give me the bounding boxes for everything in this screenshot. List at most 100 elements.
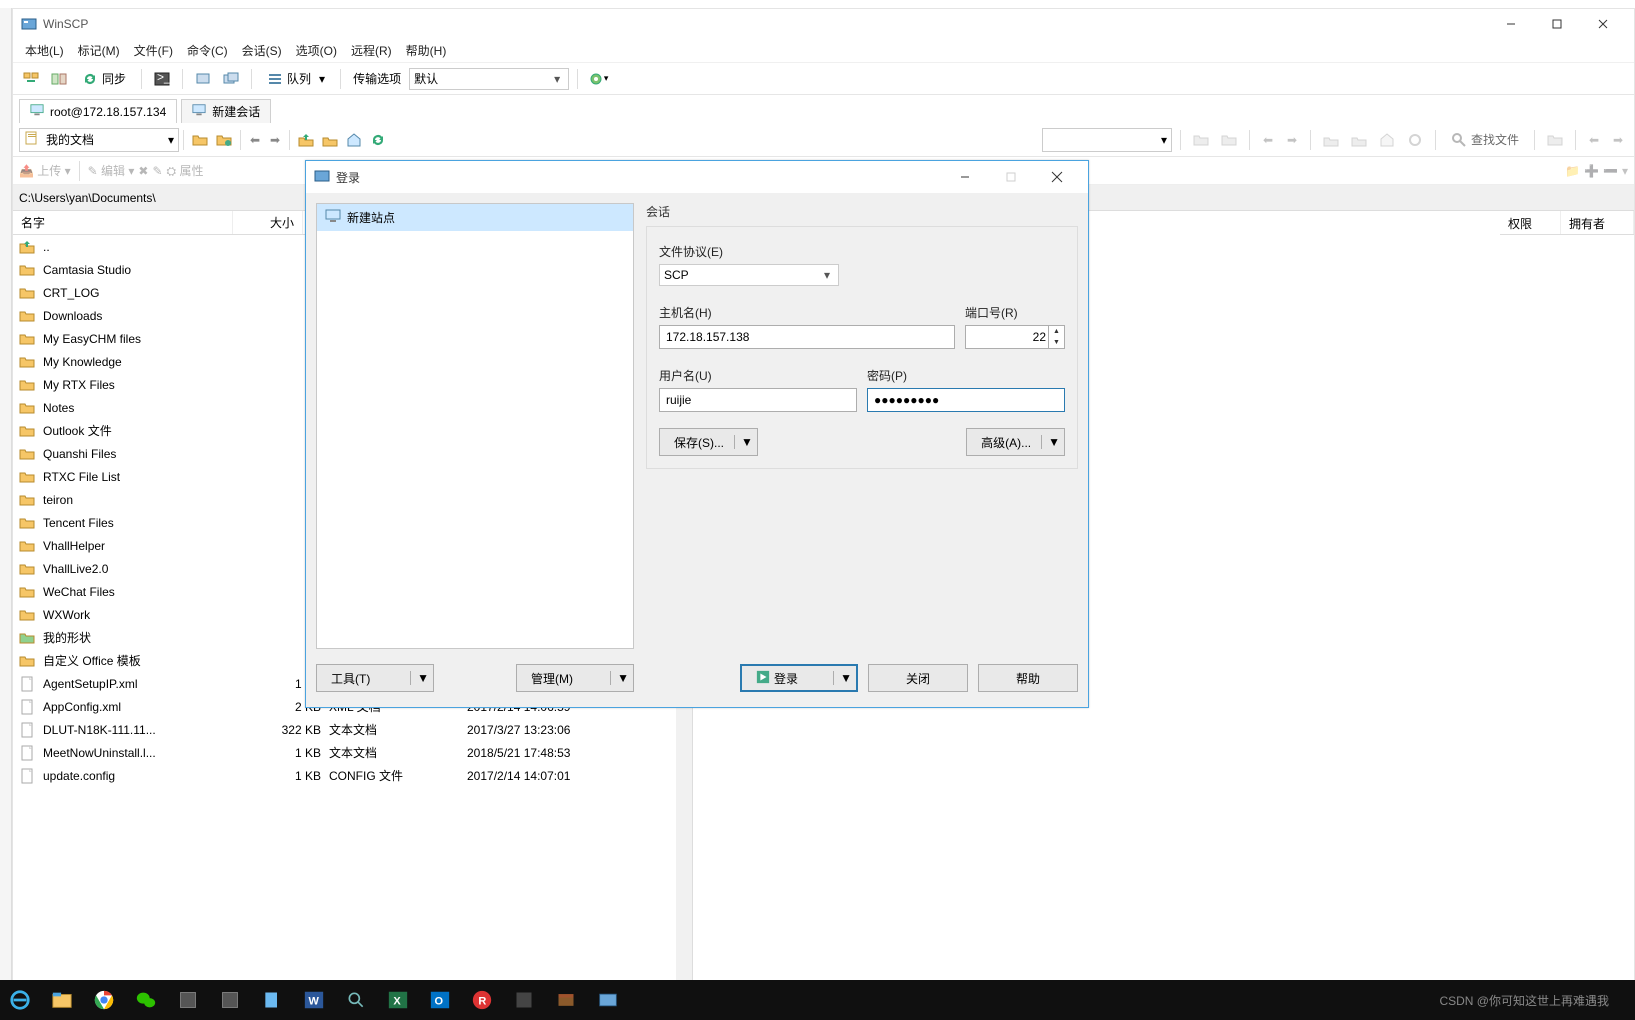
- file-row[interactable]: update.config1 KBCONFIG 文件2017/2/14 14:0…: [13, 764, 692, 787]
- remote-location-combo[interactable]: ▾: [1042, 128, 1172, 152]
- host-input[interactable]: [659, 325, 955, 349]
- taskbar-app5-icon[interactable]: [510, 986, 538, 1014]
- sessions-icon[interactable]: [219, 67, 243, 91]
- menu-remote[interactable]: 远程(R): [345, 40, 398, 61]
- remote-nav-back-icon[interactable]: ⬅: [1258, 130, 1278, 150]
- taskbar-r-icon[interactable]: R: [468, 986, 496, 1014]
- username-input[interactable]: [659, 388, 857, 412]
- local-location-combo[interactable]: 我的文档 ▾: [19, 128, 179, 152]
- dialog-minimize-button[interactable]: [942, 162, 988, 192]
- menu-command[interactable]: 命令(C): [181, 40, 234, 61]
- nav-back-icon[interactable]: ⬅: [245, 130, 265, 150]
- file-row[interactable]: MeetNowUninstall.l...1 KB文本文档2018/5/21 1…: [13, 741, 692, 764]
- close-dialog-button[interactable]: 关闭: [868, 664, 968, 692]
- menu-options[interactable]: 选项(O): [290, 40, 343, 61]
- plus-icon[interactable]: ➕: [1584, 164, 1599, 178]
- bookmark-icon[interactable]: [1543, 128, 1567, 152]
- transfer-settings-icon[interactable]: ▾: [586, 67, 610, 91]
- close-button[interactable]: [1580, 9, 1626, 39]
- col-name[interactable]: 名字: [13, 211, 233, 234]
- new-site-item[interactable]: 新建站点: [317, 204, 633, 231]
- synchronize-button[interactable]: 同步: [75, 67, 133, 91]
- taskbar-search-icon[interactable]: [342, 986, 370, 1014]
- password-input[interactable]: [867, 388, 1065, 412]
- sync-browse-icon[interactable]: [19, 67, 43, 91]
- advanced-button[interactable]: 高级(A)...▼: [966, 428, 1065, 456]
- dialog-close-button[interactable]: [1034, 162, 1080, 192]
- taskbar-excel-icon[interactable]: X: [384, 986, 412, 1014]
- edit-button[interactable]: ✎ 编辑 ▾: [88, 162, 135, 179]
- toolbar-main: 同步 >_ 队列▾ 传输选项 默认▾ ▾: [13, 63, 1634, 95]
- session-tab-active[interactable]: root@172.18.157.134: [19, 99, 177, 123]
- dialog-titlebar: 登录: [306, 161, 1088, 193]
- nav-fwd-icon[interactable]: ➡: [265, 130, 285, 150]
- taskbar-word-icon[interactable]: W: [300, 986, 328, 1014]
- session-tab-new[interactable]: 新建会话: [181, 99, 271, 123]
- tabs-right-icon[interactable]: ➡: [1608, 130, 1628, 150]
- menu-local[interactable]: 本地(L): [19, 40, 70, 61]
- taskbar-notes-icon[interactable]: [258, 986, 286, 1014]
- taskbar-app2-icon[interactable]: [216, 986, 244, 1014]
- port-spinner[interactable]: ▲▼: [1048, 326, 1064, 348]
- taskbar-chrome-icon[interactable]: [90, 986, 118, 1014]
- menu-help[interactable]: 帮助(H): [400, 40, 453, 61]
- new-folder-icon[interactable]: 📁: [1565, 164, 1580, 178]
- taskbar-winscp-icon[interactable]: [594, 986, 622, 1014]
- rename-icon[interactable]: ✎: [152, 164, 162, 178]
- remote-folder-sync-icon[interactable]: [1217, 128, 1241, 152]
- file-icon: [19, 699, 35, 715]
- minimize-button[interactable]: [1488, 9, 1534, 39]
- menu-session[interactable]: 会话(S): [236, 40, 288, 61]
- col-perm[interactable]: 权限: [1500, 211, 1561, 234]
- folder-sync-icon[interactable]: [212, 128, 236, 152]
- transfer-preset-combo[interactable]: 默认▾: [409, 68, 569, 90]
- col-size[interactable]: 大小: [233, 211, 303, 234]
- maximize-button[interactable]: [1534, 9, 1580, 39]
- new-session-icon[interactable]: [191, 67, 215, 91]
- menu-file[interactable]: 文件(F): [128, 40, 179, 61]
- minus-icon[interactable]: ➖: [1603, 164, 1618, 178]
- dialog-maximize-button[interactable]: [988, 162, 1034, 192]
- folder-icon: [19, 423, 35, 439]
- upload-button[interactable]: 📤 上传 ▾: [19, 162, 71, 179]
- queue-button[interactable]: 队列▾: [260, 67, 332, 91]
- vsep-icon[interactable]: ▾: [1622, 164, 1628, 178]
- remote-nav-fwd-icon[interactable]: ➡: [1282, 130, 1302, 150]
- taskbar-explorer-icon[interactable]: [48, 986, 76, 1014]
- left-window-sliver: [0, 8, 12, 980]
- file-row[interactable]: DLUT-N18K-111.11...322 KB文本文档2017/3/27 1…: [13, 718, 692, 741]
- tabs-left-icon[interactable]: ⬅: [1584, 130, 1604, 150]
- save-button[interactable]: 保存(S)...▼: [659, 428, 758, 456]
- remote-home-icon[interactable]: [1375, 128, 1399, 152]
- console-icon[interactable]: >_: [150, 67, 174, 91]
- remote-parent-icon[interactable]: [1319, 128, 1343, 152]
- help-button[interactable]: 帮助: [978, 664, 1078, 692]
- remote-open-folder-icon[interactable]: [1189, 128, 1213, 152]
- parent-dir-icon[interactable]: [294, 128, 318, 152]
- tools-button[interactable]: 工具(T)▼: [316, 664, 434, 692]
- taskbar-outlook-icon[interactable]: O: [426, 986, 454, 1014]
- find-files-button[interactable]: 查找文件: [1444, 128, 1526, 152]
- props-button[interactable]: ⛭ 属性: [167, 162, 204, 179]
- taskbar-app1-icon[interactable]: [174, 986, 202, 1014]
- open-folder-icon[interactable]: [188, 128, 212, 152]
- remote-root-icon[interactable]: [1347, 128, 1371, 152]
- home-icon[interactable]: [342, 128, 366, 152]
- compare-icon[interactable]: [47, 67, 71, 91]
- login-button[interactable]: 登录▼: [740, 664, 858, 692]
- session-tabbar: root@172.18.157.134 新建会话: [13, 95, 1634, 123]
- col-owner[interactable]: 拥有者: [1561, 211, 1634, 234]
- site-list[interactable]: 新建站点: [316, 203, 634, 649]
- file-type: 文本文档: [329, 721, 459, 738]
- manage-button[interactable]: 管理(M)▼: [516, 664, 634, 692]
- protocol-combo[interactable]: SCP▾: [659, 264, 839, 286]
- menu-mark[interactable]: 标记(M): [72, 40, 126, 61]
- root-dir-icon[interactable]: [318, 128, 342, 152]
- taskbar-wechat-icon[interactable]: [132, 986, 160, 1014]
- protocol-label: 文件协议(E): [659, 243, 1065, 260]
- delete-icon[interactable]: ✖: [138, 164, 148, 178]
- taskbar-winrar-icon[interactable]: [552, 986, 580, 1014]
- taskbar-ie-icon[interactable]: [6, 986, 34, 1014]
- refresh-icon[interactable]: [366, 128, 390, 152]
- remote-refresh-icon[interactable]: [1403, 128, 1427, 152]
